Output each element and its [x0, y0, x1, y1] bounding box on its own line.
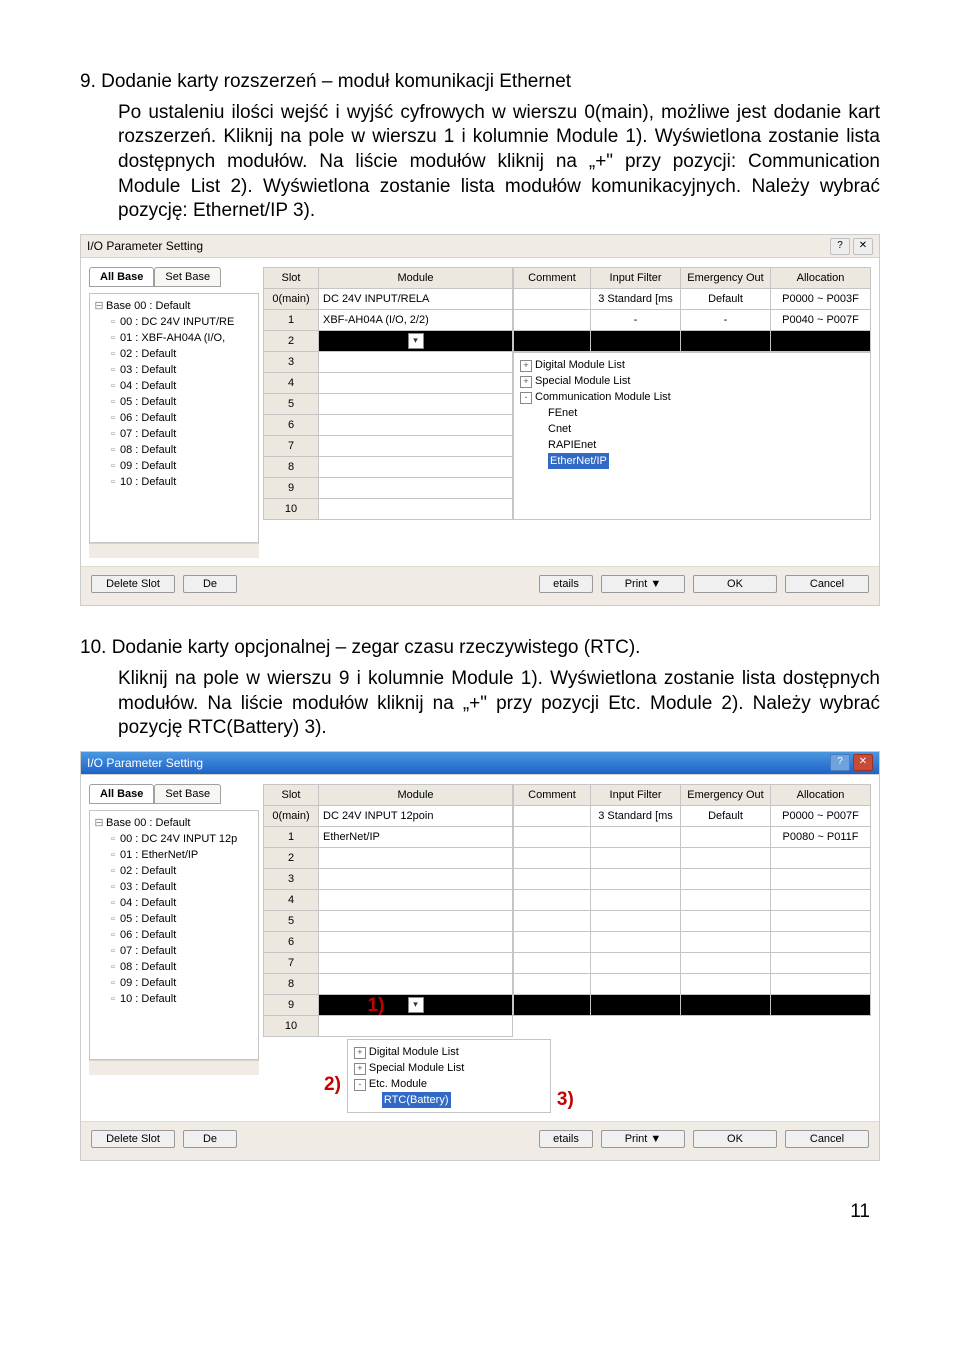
etails-button[interactable]: etails [539, 575, 593, 593]
close-icon[interactable]: ✕ [853, 754, 873, 771]
dropdown-icon[interactable]: ▾ [408, 333, 424, 349]
minus-icon[interactable]: ⊟ [92, 298, 106, 314]
rtc-battery-item[interactable]: RTC(Battery) [382, 1092, 451, 1108]
delete-slot-button[interactable]: Delete Slot [91, 575, 175, 593]
page-number: 11 [80, 1201, 880, 1223]
base-tree[interactable]: ⊟Base 00 : Default ▫00 : DC 24V INPUT 12… [89, 810, 259, 1060]
ok-button[interactable]: OK [693, 1130, 777, 1148]
cancel-button[interactable]: Cancel [785, 575, 869, 593]
io-param-dialog-1: I/O Parameter Setting ? ✕ All Base Set B… [80, 234, 880, 606]
module-select-tree[interactable]: +Digital Module List +Special Module Lis… [513, 352, 871, 520]
sec9-para: Po ustaleniu ilości wejść i wyjść cyfrow… [80, 101, 880, 224]
de-button[interactable]: De [183, 575, 237, 593]
dialog-titlebar: I/O Parameter Setting ? ✕ [81, 752, 879, 775]
print-button[interactable]: Print ▼ [601, 575, 685, 593]
prop-grid: Comment Input Filter Emergency Out Alloc… [513, 784, 871, 1016]
mark-1: 1) [368, 995, 385, 1017]
sec10-para: Kliknij na pole w wierszu 9 i kolumnie M… [80, 667, 880, 741]
dialog-title: I/O Parameter Setting [87, 756, 203, 770]
module-select-tree[interactable]: +Digital Module List +Special Module Lis… [347, 1039, 551, 1113]
dialog-title: I/O Parameter Setting [87, 239, 203, 253]
minus-icon[interactable]: - [520, 392, 532, 404]
etails-button[interactable]: etails [539, 1130, 593, 1148]
hscroll[interactable] [89, 543, 259, 558]
print-button[interactable]: Print ▼ [601, 1130, 685, 1148]
help-icon[interactable]: ? [830, 754, 850, 771]
tab-all-base[interactable]: All Base [89, 267, 154, 287]
help-icon[interactable]: ? [830, 238, 850, 255]
tab-all-base[interactable]: All Base [89, 784, 154, 804]
io-param-dialog-2: I/O Parameter Setting ? ✕ All Base Set B… [80, 751, 880, 1161]
close-icon[interactable]: ✕ [853, 238, 873, 255]
plus-icon[interactable]: + [354, 1047, 366, 1059]
base-tree[interactable]: ⊟Base 00 : Default ▫00 : DC 24V INPUT/RE… [89, 293, 259, 543]
sec9-heading: 9. Dodanie karty rozszerzeń – moduł komu… [80, 70, 880, 95]
delete-slot-button[interactable]: Delete Slot [91, 1130, 175, 1148]
dialog-titlebar: I/O Parameter Setting ? ✕ [81, 235, 879, 258]
plus-icon[interactable]: + [520, 376, 532, 388]
ethernet-ip-item[interactable]: EtherNet/IP [548, 453, 609, 469]
mark-2: 2) [324, 1074, 341, 1096]
mark-3: 3) [557, 1089, 574, 1111]
tab-set-base[interactable]: Set Base [154, 784, 221, 804]
slot-grid: SlotModule 0(main)DC 24V INPUT/RELA 1XBF… [263, 267, 513, 520]
sec10-heading: 10. Dodanie karty opcjonalnej – zegar cz… [80, 636, 880, 661]
cancel-button[interactable]: Cancel [785, 1130, 869, 1148]
prop-grid: Comment Input Filter Emergency Out Alloc… [513, 267, 871, 352]
sec9-title: Dodanie karty rozszerzeń – moduł komunik… [101, 71, 571, 92]
sec10-title: Dodanie karty opcjonalnej – zegar czasu … [112, 637, 641, 658]
hscroll[interactable] [89, 1060, 259, 1075]
plus-icon[interactable]: + [520, 360, 532, 372]
plus-icon[interactable]: + [354, 1063, 366, 1075]
sec9-num: 9. [80, 70, 96, 95]
dropdown-icon[interactable]: ▾ [408, 997, 424, 1013]
minus-icon[interactable]: - [354, 1079, 366, 1091]
minus-icon[interactable]: ⊟ [92, 815, 106, 831]
de-button[interactable]: De [183, 1130, 237, 1148]
slot-grid: SlotModule 0(main)DC 24V INPUT 12poin 1E… [263, 784, 513, 1037]
tab-set-base[interactable]: Set Base [154, 267, 221, 287]
sec10-num: 10. [80, 636, 106, 661]
ok-button[interactable]: OK [693, 575, 777, 593]
